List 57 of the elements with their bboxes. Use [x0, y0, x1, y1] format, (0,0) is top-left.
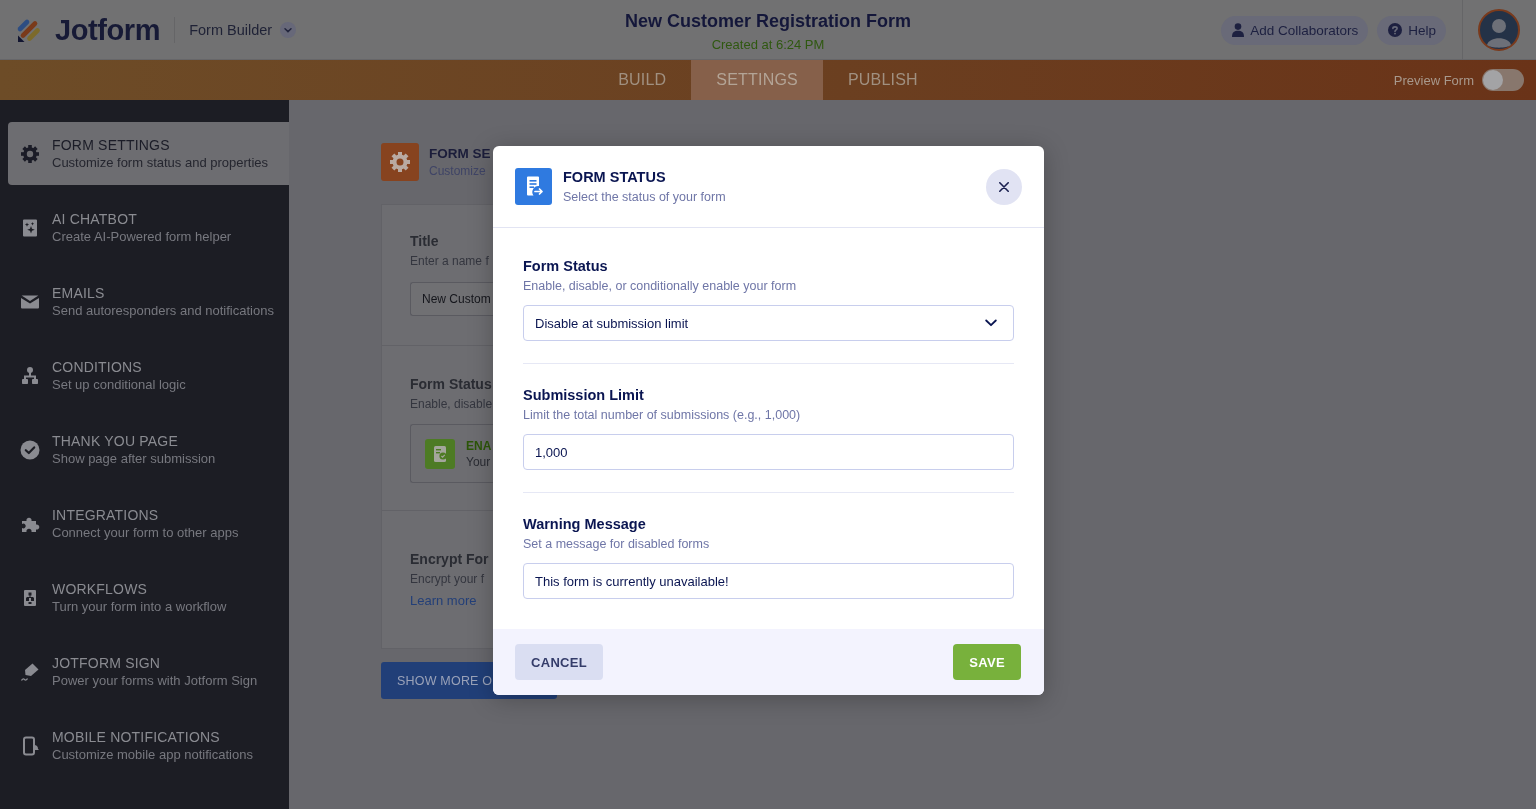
status-select[interactable]: Disable at submission limit — [523, 305, 1014, 341]
panel-title: FORM SE — [429, 145, 491, 163]
field-label: Form Status — [523, 257, 608, 276]
field-label: Warning Message — [523, 515, 646, 534]
field-description: Set a message for disabled forms — [523, 536, 710, 553]
close-icon — [999, 181, 1009, 192]
help-icon — [1388, 23, 1403, 37]
sidebar-item[interactable]: EMAILS Send autoresponders and notifications — [8, 270, 289, 333]
collaborators-button[interactable]: Add Collaborators — [1221, 15, 1369, 45]
modal-title: FORM STATUS — [563, 167, 666, 187]
person-icon — [1232, 23, 1245, 37]
nav-tab[interactable]: PUBLISH — [822, 60, 943, 100]
section-title: Title — [410, 232, 439, 250]
document-check-icon — [425, 438, 455, 469]
close-button[interactable] — [986, 168, 1022, 205]
sidebar-item[interactable]: FORM SETTINGS Customize form status and properties — [8, 122, 289, 185]
nav-tab[interactable]: BUILD — [593, 60, 692, 100]
message-input[interactable]: This form is currently unavailable! — [523, 563, 1014, 599]
form-title: New Customer Registration Form — [624, 10, 911, 32]
section-title: Form Status — [410, 375, 492, 393]
check-circle-icon — [20, 439, 40, 460]
chevron-down-icon — [985, 319, 997, 327]
title-input[interactable]: New Custom — [410, 282, 494, 316]
status-label: ENA — [466, 437, 492, 454]
limit-input[interactable]: 1,000 — [523, 434, 1014, 470]
sidebar-item[interactable]: INTEGRATIONS Connect your form to other apps — [8, 492, 289, 555]
avatar-icon[interactable] — [1478, 9, 1520, 51]
brand-name: Jotform — [55, 13, 161, 47]
phone-icon — [20, 735, 40, 756]
sidebar-item[interactable]: AI CHATBOT Create AI-Powered form helper — [8, 196, 289, 259]
sidebar-item[interactable]: CONDITIONS Set up conditional logic — [8, 344, 289, 407]
field-description: Limit the total number of submissions (e.g., 1,000) — [523, 407, 801, 424]
sidebar-item[interactable]: JOTFORM SIGN Power your forms with Jotform Sign — [8, 640, 289, 703]
hierarchy-icon — [20, 365, 40, 386]
product-menu[interactable]: Form Builder — [189, 20, 297, 40]
created-time: Created at 6:24 PM — [711, 36, 825, 52]
modal-subtitle: Select the status of your form — [563, 188, 726, 206]
document-icon — [515, 168, 552, 205]
help-button[interactable]: Help — [1377, 15, 1446, 45]
section-title: Encrypt For — [410, 550, 489, 568]
preview-label: Preview Form — [1393, 72, 1474, 88]
cancel-button[interactable]: CANCEL — [515, 644, 603, 680]
preview-toggle[interactable] — [1482, 69, 1524, 91]
status-description: Your — [466, 453, 491, 470]
section-description: Enable, disable — [410, 396, 493, 412]
field-description: Enable, disable, or conditionally enable your form — [523, 278, 797, 295]
save-button[interactable]: SAVE — [953, 644, 1021, 680]
sidebar-item[interactable]: THANK YOU PAGE Show page after submission — [8, 418, 289, 481]
chevron-down-icon — [280, 22, 297, 38]
sidebar-item[interactable]: WORKFLOWS Turn your form into a workflow — [8, 566, 289, 629]
gear-icon — [20, 143, 40, 164]
status-option[interactable]: ENA Your — [410, 424, 494, 483]
pen-nib-icon — [20, 661, 40, 682]
gear-icon — [381, 143, 419, 181]
sidebar-item[interactable]: MOBILE NOTIFICATIONS Customize mobile app notifications — [8, 714, 289, 777]
field-label: Submission Limit — [523, 386, 644, 405]
sparkle-tile-icon — [20, 217, 40, 238]
